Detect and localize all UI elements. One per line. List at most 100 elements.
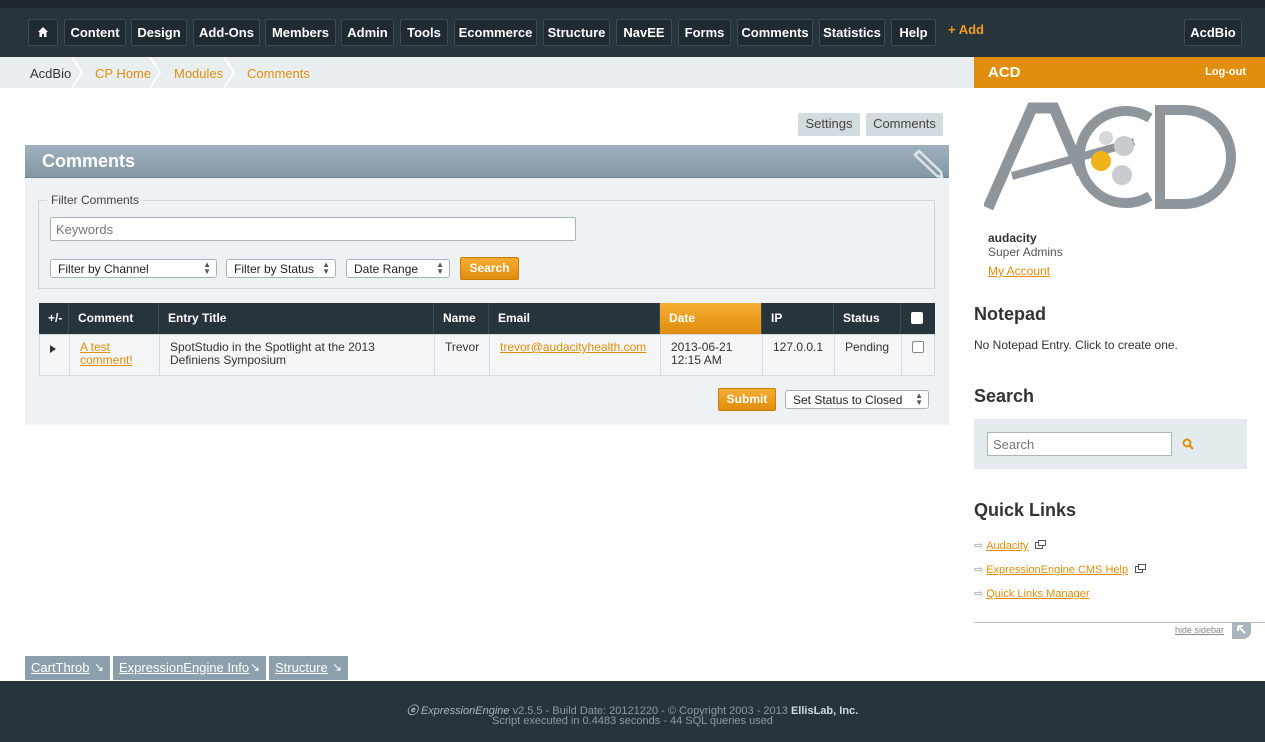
breadcrumb-comments[interactable]: Comments [247, 66, 310, 81]
arrow-icon: ⇨ [974, 588, 984, 600]
tab-label: Structure [275, 660, 328, 675]
select-arrows-icon: ▲ ▼ [915, 391, 923, 407]
breadcrumb-site[interactable]: AcdBio [30, 66, 71, 81]
col-email[interactable]: Email [489, 303, 660, 334]
site-button[interactable]: AcdBio [1184, 19, 1242, 46]
date-range-value: Date Range [354, 262, 419, 276]
home-button[interactable] [28, 19, 58, 46]
date-cell: 2013-06-21 12:15 AM [661, 335, 763, 375]
search-heading: Search [974, 386, 1035, 406]
col-comment[interactable]: Comment [69, 303, 159, 334]
nav-forms[interactable]: Forms [678, 19, 731, 46]
expand-arrow-icon: ↘ [331, 660, 342, 674]
quick-link[interactable]: ExpressionEngine CMS Help [986, 564, 1128, 576]
status-cell: Pending [835, 335, 902, 375]
acd-logo [984, 102, 1236, 211]
col-name[interactable]: Name [434, 303, 489, 334]
nav-navee[interactable]: NavEE [616, 19, 672, 46]
my-account-link[interactable]: My Account [988, 264, 1050, 278]
col-date[interactable]: Date [660, 303, 762, 334]
tab-ee-info[interactable]: ExpressionEngine Info ↘ [113, 656, 266, 680]
breadcrumb-separator-icon [224, 57, 236, 88]
table-header: +/- Comment Entry Title Name Email Date … [39, 303, 935, 334]
pencil-icon [913, 149, 944, 179]
ip-cell: 127.0.0.1 [763, 335, 835, 375]
comments-panel: Comments Filter Comments Filter by Chann… [25, 145, 949, 425]
panel-header: Comments [25, 145, 949, 179]
search-filter-button[interactable]: Search [460, 257, 519, 280]
sidebar-search-input[interactable] [987, 432, 1172, 456]
arrow-icon: ⇨ [974, 540, 984, 552]
quick-link-audacity: ⇨ Audacity [974, 539, 1047, 552]
tab-structure[interactable]: Structure ↘ [269, 656, 348, 680]
tab-cartthrob[interactable]: CartThrob ↘ [25, 656, 110, 680]
time-value: 12:15 AM [671, 353, 722, 367]
submit-button[interactable]: Submit [718, 388, 776, 411]
nav-ecommerce[interactable]: Ecommerce [454, 19, 537, 46]
comment-cell: A test comment! [70, 335, 160, 375]
col-entry-title[interactable]: Entry Title [159, 303, 434, 334]
breadcrumb: AcdBio CP Home Modules Comments [0, 57, 974, 88]
nav-tools[interactable]: Tools [400, 19, 448, 46]
breadcrumb-separator-icon [150, 57, 162, 88]
breadcrumb-separator-icon [72, 57, 84, 88]
logout-link[interactable]: Log-out [1205, 66, 1246, 78]
name-cell: Trevor [435, 335, 490, 375]
col-status[interactable]: Status [834, 303, 901, 334]
select-arrows-icon: ▲ ▼ [322, 260, 330, 276]
add-button[interactable]: + Add [948, 22, 984, 37]
site-name: ACD [988, 64, 1021, 81]
row-checkbox[interactable] [912, 341, 924, 353]
status-filter-select[interactable]: Filter by Status ▲ ▼ [226, 259, 336, 278]
nav-design[interactable]: Design [131, 19, 187, 46]
collapse-arrow-icon[interactable] [1232, 622, 1251, 639]
status-action-select[interactable]: Set Status to Closed ▲ ▼ [785, 390, 929, 409]
select-cell [902, 335, 934, 375]
nav-comments[interactable]: Comments [737, 19, 813, 46]
nav-addons[interactable]: Add-Ons [193, 19, 260, 46]
nav-content[interactable]: Content [64, 19, 126, 46]
col-ip[interactable]: IP [762, 303, 834, 334]
sidebar-header: ACD Log-out [974, 57, 1265, 88]
quick-link-ee-help: ⇨ ExpressionEngine CMS Help [974, 563, 1147, 576]
hide-sidebar-link[interactable]: hide sidebar [1175, 625, 1224, 635]
quick-link[interactable]: Audacity [986, 540, 1028, 552]
expand-cell[interactable] [40, 335, 70, 375]
comments-button[interactable]: Comments [866, 113, 943, 136]
user-name: audacity [988, 231, 1037, 245]
arrow-icon: ⇨ [974, 564, 984, 576]
nav-admin[interactable]: Admin [341, 19, 394, 46]
external-window-icon [1035, 540, 1047, 549]
col-expand[interactable]: +/- [39, 303, 69, 334]
nav-structure[interactable]: Structure [543, 19, 610, 46]
sidebar: audacity Super Admins My Account Notepad… [974, 88, 1265, 648]
page-title: Comments [42, 151, 136, 171]
date-range-select[interactable]: Date Range ▲ ▼ [346, 259, 450, 278]
footer: ⓔ ExpressionEngine v2.5.5 - Build Date: … [0, 681, 1265, 742]
expand-arrow-icon: ↘ [249, 660, 260, 674]
nav-help[interactable]: Help [891, 19, 936, 46]
select-arrows-icon: ▲ ▼ [203, 260, 211, 276]
search-icon[interactable] [1182, 438, 1194, 450]
notepad-text[interactable]: No Notepad Entry. Click to create one. [974, 338, 1178, 352]
email-link[interactable]: trevor@audacityhealth.com [500, 340, 646, 354]
quick-links-heading: Quick Links [974, 500, 1077, 520]
tab-label: ExpressionEngine Info [119, 660, 250, 675]
nav-statistics[interactable]: Statistics [819, 19, 885, 46]
notepad-heading: Notepad [974, 304, 1046, 324]
nav-members[interactable]: Members [265, 19, 336, 46]
select-all-checkbox[interactable] [911, 312, 923, 324]
comment-link[interactable]: A test comment! [80, 340, 133, 367]
quick-link[interactable]: Quick Links Manager [986, 588, 1089, 600]
footer-line-2: Script executed in 0.4483 seconds - 44 S… [492, 715, 773, 727]
quick-link-manager: ⇨ Quick Links Manager [974, 587, 1090, 600]
breadcrumb-modules[interactable]: Modules [174, 66, 223, 81]
top-navigation: Content Design Add-Ons Members Admin Too… [0, 0, 1265, 57]
filter-fieldset: Filter Comments Filter by Channel ▲▼ Fil… [38, 193, 935, 289]
breadcrumb-cp-home[interactable]: CP Home [95, 66, 151, 81]
channel-filter-select[interactable]: Filter by Channel ▲ ▼ [50, 259, 217, 278]
expand-arrow-icon: ↘ [93, 660, 104, 674]
settings-button[interactable]: Settings [798, 113, 860, 136]
keywords-input[interactable] [50, 217, 576, 241]
select-arrows-icon: ▲ ▼ [436, 260, 444, 276]
